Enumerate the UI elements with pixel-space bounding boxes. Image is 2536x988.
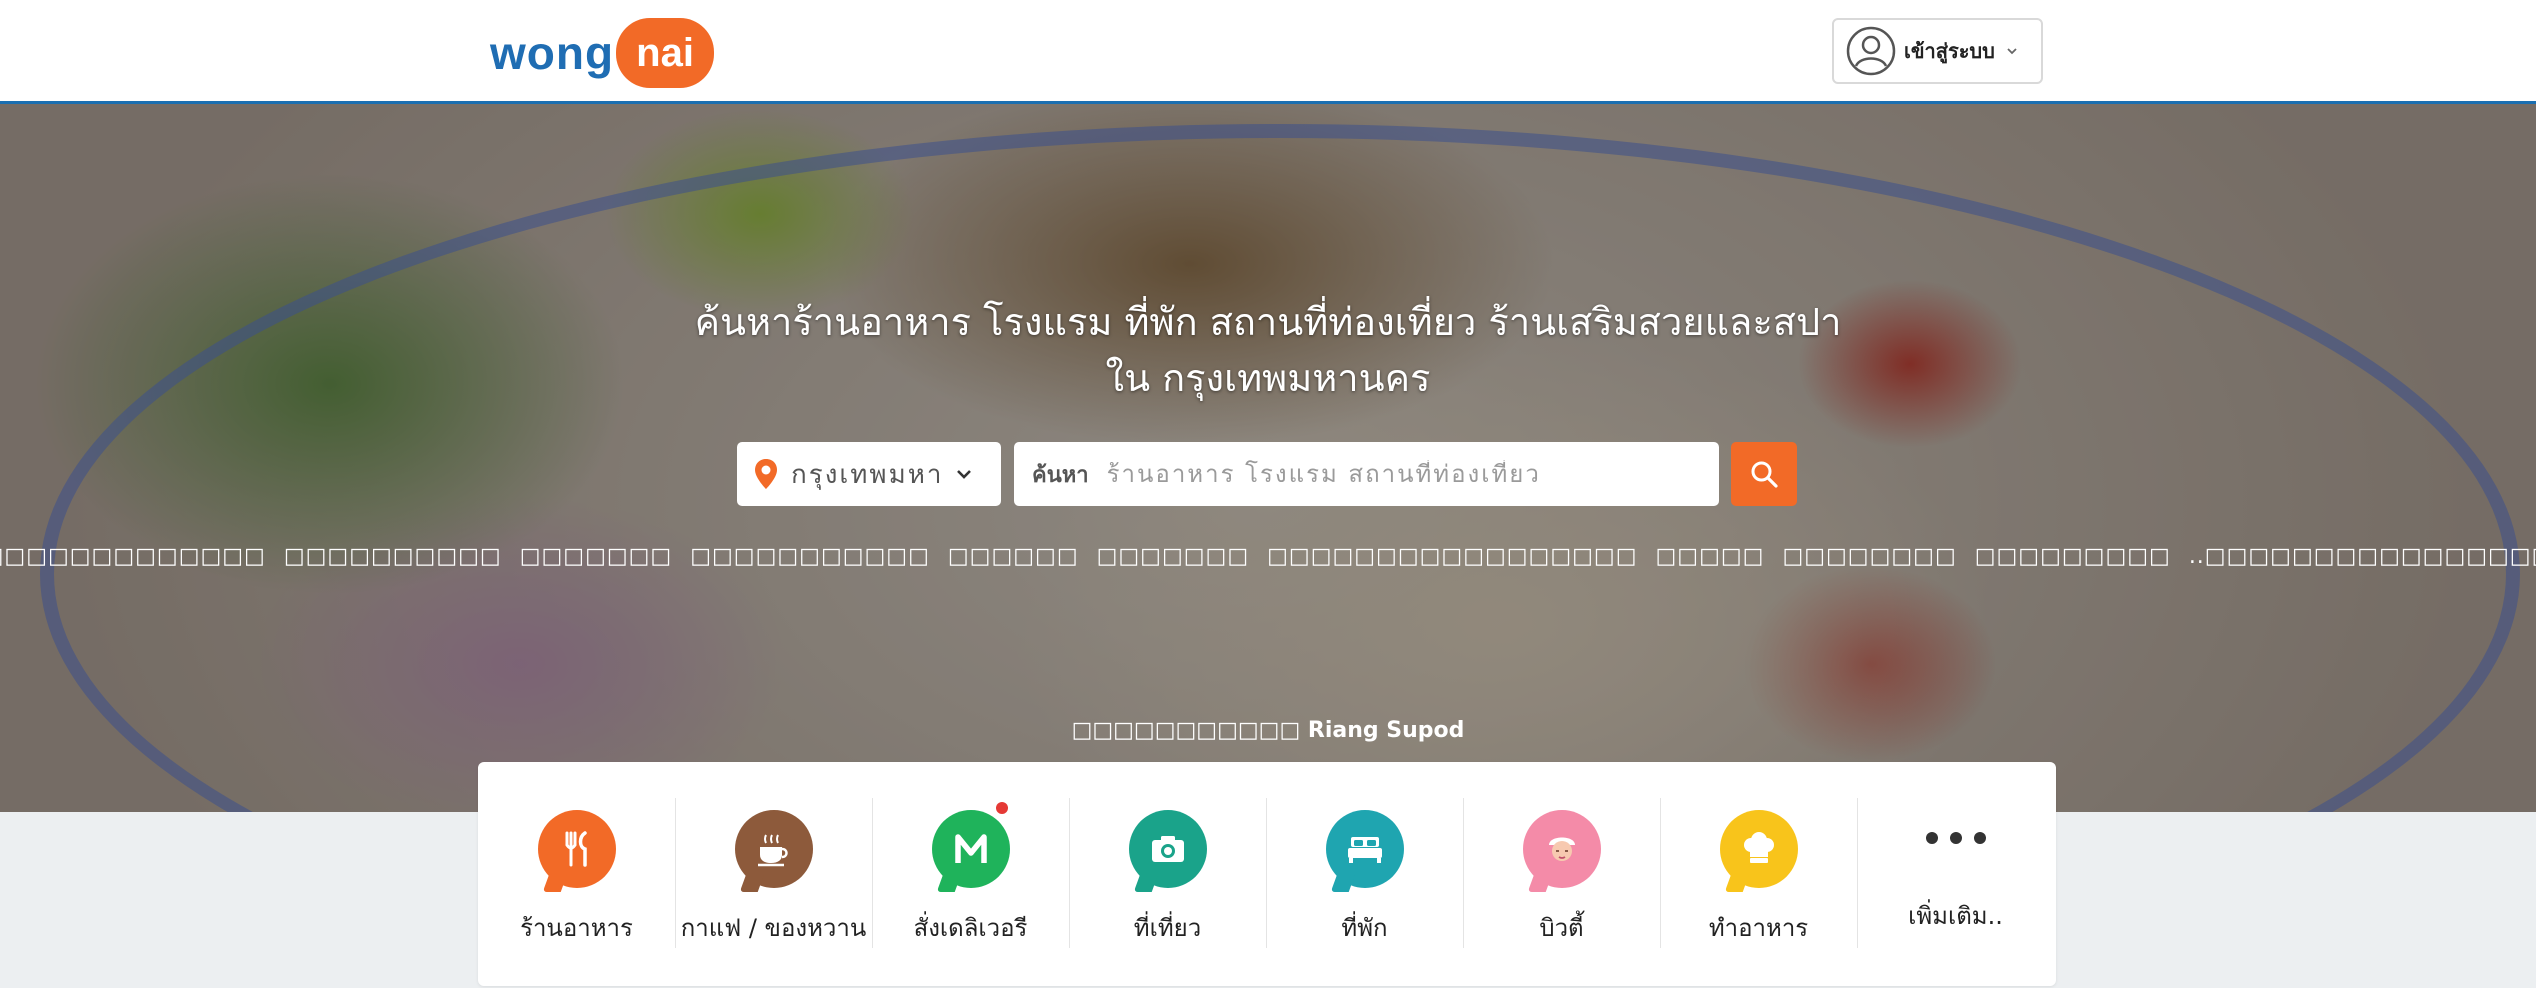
popular-search-link[interactable]: □□□□□□□ bbox=[1097, 544, 1250, 569]
category-beauty[interactable]: บิวตี้ bbox=[1463, 798, 1660, 948]
category-label: ที่เที่ยว bbox=[1133, 914, 1202, 942]
login-button[interactable]: เข้าสู่ระบบ bbox=[1832, 18, 2043, 84]
chevron-down-icon bbox=[2007, 48, 2017, 55]
hero-banner: ค้นหาร้านอาหาร โรงแรม ที่พัก สถานที่ท่อง… bbox=[0, 104, 2536, 812]
category-delivery[interactable]: สั่งเดลิเวอรี bbox=[872, 798, 1069, 948]
top-header: wong nai เข้าสู่ระบบ bbox=[0, 0, 2536, 104]
category-label: ทำอาหาร bbox=[1708, 914, 1809, 942]
popular-search-link[interactable]: □□□□□□ bbox=[948, 544, 1079, 569]
category-cooking[interactable]: ทำอาหาร bbox=[1660, 798, 1857, 948]
search-button[interactable] bbox=[1731, 442, 1797, 506]
coffee-cup-icon bbox=[757, 834, 788, 867]
beauty-face-icon bbox=[1548, 837, 1575, 861]
search-icon bbox=[1751, 461, 1778, 488]
logo-text-nai: nai bbox=[616, 18, 715, 88]
category-attractions[interactable]: ที่เที่ยว bbox=[1069, 798, 1266, 948]
more-dots-icon bbox=[1925, 832, 1986, 866]
category-icon-bubble bbox=[734, 810, 813, 888]
logo-text-wong: wong bbox=[490, 27, 615, 79]
category-icon-bubble bbox=[1522, 810, 1601, 888]
delivery-m-icon bbox=[954, 834, 987, 863]
new-badge-dot bbox=[996, 802, 1008, 814]
hero-title-line2: ใน กรุงเทพมหานคร bbox=[1105, 356, 1431, 400]
search-input[interactable] bbox=[1106, 460, 1697, 488]
photo-credit: □□□□□□□□□□□ Riang Supod bbox=[0, 718, 2536, 743]
category-label: เพิ่มเติม.. bbox=[1908, 902, 2003, 930]
fork-knife-icon bbox=[565, 831, 587, 867]
category-icon-bubble bbox=[931, 810, 1010, 888]
photo-credit-prefix: □□□□□□□□□□□ bbox=[1071, 718, 1301, 743]
chef-hat-icon bbox=[1743, 832, 1774, 863]
camera-icon bbox=[1151, 836, 1184, 862]
category-restaurant[interactable]: ร้านอาหาร bbox=[478, 798, 675, 948]
popular-search-link[interactable]: □□□□□□□□ bbox=[1782, 544, 1956, 569]
category-bar: ร้านอาหาร กาแฟ / ของหวาน สั่งเดลิเวอรี ท… bbox=[478, 762, 2056, 986]
category-coffee-dessert[interactable]: กาแฟ / ของหวาน bbox=[675, 798, 872, 948]
popular-searches: □□□□□□□□□□□□ □□□ □□□□□□□ □□□ □□□□ □□□ □□□□□… bbox=[0, 544, 2536, 569]
category-icon-bubble bbox=[1325, 810, 1404, 888]
user-circle-icon bbox=[1846, 26, 1896, 76]
category-label: สั่งเดลิเวอรี bbox=[913, 914, 1028, 942]
popular-search-link[interactable]: □□□□□□□□□ bbox=[1975, 544, 2171, 569]
popular-search-link[interactable]: □□□□□□□ bbox=[520, 544, 673, 569]
bed-icon bbox=[1347, 837, 1382, 863]
hero-title-line1: ค้นหาร้านอาหาร โรงแรม ที่พัก สถานที่ท่อง… bbox=[694, 300, 1842, 344]
location-value: กรุงเทพมหานคร bbox=[791, 459, 941, 490]
popular-search-link[interactable]: □□□□□□□□□□ bbox=[284, 544, 502, 569]
location-select[interactable]: กรุงเทพมหานคร bbox=[737, 442, 1001, 506]
category-icon-bubble bbox=[537, 810, 616, 888]
category-icon-bubble bbox=[1128, 810, 1207, 888]
category-label: บิวตี้ bbox=[1539, 914, 1584, 942]
login-label: เข้าสู่ระบบ bbox=[1904, 39, 1995, 63]
popular-search-link[interactable]: □□□□□□□□□□□□□□□□□ bbox=[1267, 544, 1637, 569]
popular-search-more-link[interactable]: ..□□□□□□□□□□□□□□□□□□ bbox=[2189, 544, 2536, 569]
popular-search-link[interactable]: □□□□□ bbox=[1656, 544, 1765, 569]
search-field[interactable]: ค้นหา bbox=[1014, 442, 1719, 506]
category-label: กาแฟ / ของหวาน bbox=[680, 914, 867, 942]
category-icon-bubble bbox=[1719, 810, 1798, 888]
category-accommodation[interactable]: ที่พัก bbox=[1266, 798, 1463, 948]
wongnai-logo[interactable]: wong nai bbox=[490, 18, 715, 88]
category-label: ร้านอาหาร bbox=[520, 914, 633, 942]
category-label: ที่พัก bbox=[1341, 914, 1388, 942]
location-pin-icon bbox=[755, 459, 777, 489]
popular-search-link[interactable]: □□□□□□□□□□□ bbox=[690, 544, 930, 569]
popular-search-link[interactable]: □□□□□□□□□□□□□□□ bbox=[0, 544, 266, 569]
category-more[interactable]: เพิ่มเติม.. bbox=[1857, 798, 2054, 948]
search-prefix-label: ค้นหา bbox=[1032, 462, 1089, 488]
photo-credit-name[interactable]: Riang Supod bbox=[1308, 718, 1465, 743]
chevron-down-icon bbox=[957, 470, 971, 479]
